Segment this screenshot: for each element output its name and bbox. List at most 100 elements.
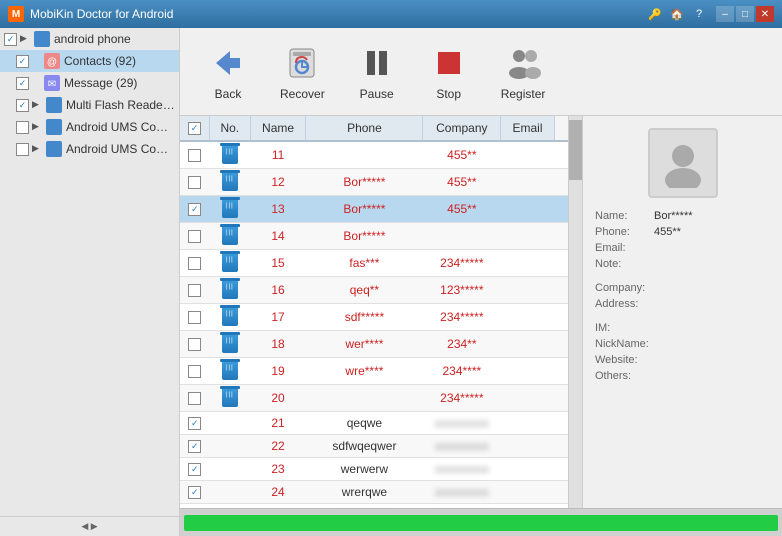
table-row[interactable]: 18wer****234** [180,331,568,358]
row-checkbox[interactable] [188,463,201,476]
sidebar-item-2[interactable]: ✉Message (29) [0,72,179,94]
minimize-button[interactable]: – [716,6,734,22]
pause-button[interactable]: Pause [349,39,405,105]
delete-icon[interactable] [222,281,238,299]
delete-icon[interactable] [222,389,238,407]
row-company [501,223,555,250]
stop-button[interactable]: Stop [421,39,477,105]
delete-icon[interactable] [222,227,238,245]
name-value: Bor***** [654,210,693,222]
row-no: 23 [250,458,306,481]
row-phone: 123***** [423,277,501,304]
row-phone: 455** [423,141,501,169]
delete-icon[interactable] [222,173,238,191]
row-checkbox[interactable] [188,149,201,162]
row-checkbox[interactable] [188,365,201,378]
row-checkbox[interactable] [188,284,201,297]
row-checkbox[interactable] [188,230,201,243]
table-row[interactable]: 13Bor*****455** [180,196,568,223]
help-icon[interactable]: ? [690,6,708,22]
name-label: Name: [595,210,650,222]
sidebar-item-icon [46,119,62,135]
register-button[interactable]: Register [493,39,554,105]
row-name [306,385,423,412]
expand-icon[interactable]: ▶ [20,33,32,45]
row-checkbox[interactable] [188,417,201,430]
expand-icon[interactable]: ▶ [32,99,44,111]
sidebar-item-4[interactable]: ▶Android UMS Com... [0,116,179,138]
row-checkbox[interactable] [188,176,201,189]
expand-icon[interactable]: ▶ [32,121,44,133]
sidebar-item-0[interactable]: ▶ android phone [0,28,179,50]
sidebar-checkbox[interactable] [4,33,17,46]
delete-icon[interactable] [222,254,238,272]
row-checkbox[interactable] [188,338,201,351]
sidebar-checkbox[interactable] [16,99,29,112]
row-email [554,304,568,331]
close-button[interactable]: ✕ [756,6,774,22]
row-checkbox[interactable] [188,440,201,453]
table-row[interactable]: 24wrerqwexxxxxxxxx [180,481,568,504]
scrollbar-thumb[interactable] [569,120,582,180]
row-checkbox[interactable] [188,311,201,324]
key-icon[interactable]: 🔑 [646,6,664,22]
row-checkbox-cell [180,331,210,358]
delete-icon[interactable] [222,200,238,218]
sidebar-checkbox[interactable] [16,55,29,68]
sidebar-item-icon [34,31,50,47]
sidebar-item-1[interactable]: @Contacts (92) [0,50,179,72]
table-row[interactable]: 16qeq**123***** [180,277,568,304]
row-checkbox-cell [180,169,210,196]
table-row[interactable]: 14Bor***** [180,223,568,250]
website-label: Website: [595,354,650,366]
data-table-wrapper[interactable]: No. Name Phone Company Email 11455**12Bo… [180,116,568,508]
phone-value: 455** [654,226,681,238]
sidebar-item-3[interactable]: ▶Multi Flash Reader ... [0,94,179,116]
contact-others-field: Others: [595,370,770,382]
row-checkbox-cell [180,250,210,277]
delete-icon[interactable] [222,146,238,164]
sidebar-scroll[interactable]: ▶ android phone @Contacts (92)✉Message (29… [0,28,179,516]
toolbar: Back Recover [180,28,782,116]
recover-icon [282,43,322,83]
sidebar-item-label: android phone [54,32,131,46]
table-row[interactable]: 15fas***234***** [180,250,568,277]
expand-icon[interactable]: ▶ [32,143,44,155]
delete-icon[interactable] [222,335,238,353]
row-company [501,331,555,358]
maximize-button[interactable]: □ [736,6,754,22]
table-row[interactable]: 20234***** [180,385,568,412]
row-name: werwerw [306,458,423,481]
sidebar-checkbox[interactable] [16,121,29,134]
row-checkbox[interactable] [188,203,201,216]
select-all-checkbox[interactable] [188,122,201,135]
row-company [501,458,555,481]
row-checkbox[interactable] [188,486,201,499]
sidebar-checkbox[interactable] [16,77,29,90]
row-delete-cell [210,435,251,458]
sidebar-item-icon: @ [44,53,60,69]
contact-website-field: Website: [595,354,770,366]
row-checkbox[interactable] [188,392,201,405]
row-no: 16 [250,277,306,304]
table-row[interactable]: 19wre****234**** [180,358,568,385]
row-checkbox[interactable] [188,257,201,270]
table-scrollbar[interactable] [568,116,582,508]
table-row[interactable]: 11455** [180,141,568,169]
table-row[interactable]: 21qeqwexxxxxxxxx [180,412,568,435]
progress-bar [184,515,778,531]
table-row[interactable]: 23werwerwxxxxxxxxx [180,458,568,481]
recover-button[interactable]: Recover [272,39,333,105]
table-row[interactable]: 12Bor*****455** [180,169,568,196]
table-row[interactable]: 22sdfwqeqwerxxxxxxxxx [180,435,568,458]
home-icon[interactable]: 🏠 [668,6,686,22]
table-row[interactable]: 17sdf*****234***** [180,304,568,331]
back-button[interactable]: Back [200,39,256,105]
sidebar-item-5[interactable]: ▶Android UMS Com... [0,138,179,160]
titlebar: M MobiKin Doctor for Android 🔑 🏠 ? – □ ✕ [0,0,782,28]
window-controls: – □ ✕ [716,6,774,22]
sidebar-checkbox[interactable] [16,143,29,156]
app-title: MobiKin Doctor for Android [30,7,646,21]
delete-icon[interactable] [222,308,238,326]
delete-icon[interactable] [222,362,238,380]
